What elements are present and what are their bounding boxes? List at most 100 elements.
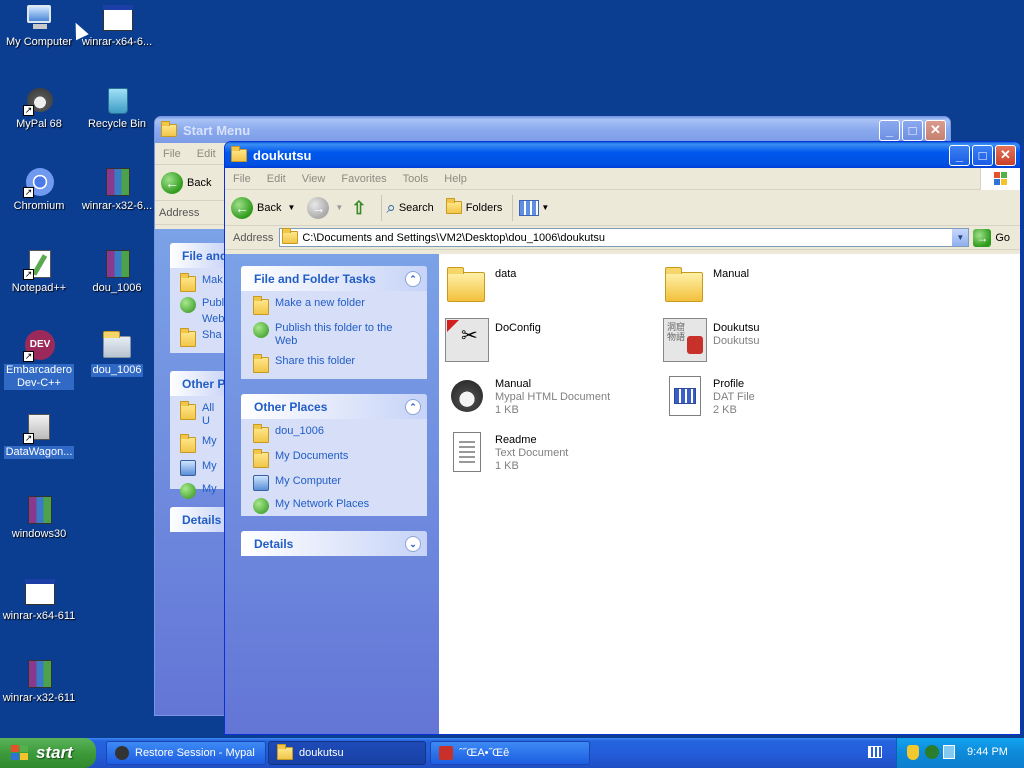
desktop-icon-winrar-x32-setup[interactable]: winrar-x32-6... (78, 166, 156, 213)
desktop-icon-dou-folder[interactable]: dou_1006 (78, 330, 156, 377)
back-arrow-icon[interactable]: ← (231, 196, 253, 219)
desktop-icon-dou-archive[interactable]: dou_1006 (78, 248, 156, 295)
setup-window-icon (101, 2, 133, 34)
task-link[interactable]: Publ (202, 297, 224, 310)
address-dropdown-icon[interactable]: ▼ (952, 229, 969, 246)
other-places-panel: Other Places ⌃ dou_1006 My Documents My … (241, 394, 427, 516)
views-dropdown-icon[interactable]: ▼ (541, 203, 549, 212)
file-item-manual-folder[interactable]: Manual (663, 264, 749, 308)
menu-bar: File Edit (155, 143, 227, 165)
shortcut-arrow-icon: ↗ (23, 351, 34, 362)
menu-file[interactable]: File (155, 148, 189, 160)
maximize-button[interactable]: □ (902, 119, 923, 141)
menu-file[interactable]: File (225, 173, 259, 185)
close-button[interactable]: ✕ (995, 144, 1016, 166)
publish-folder-link[interactable]: Publish this folder to the Web (253, 322, 417, 348)
datawagon-icon: ↗ (23, 412, 55, 444)
place-my-network-places[interactable]: My Network Places (253, 498, 417, 514)
panel-title[interactable]: File and Folder Tasks ⌃ (241, 266, 427, 291)
collapse-chevron-icon[interactable]: ⌃ (405, 399, 421, 415)
menu-edit[interactable]: Edit (189, 148, 224, 160)
menu-edit[interactable]: Edit (259, 173, 294, 185)
keyboard-icon[interactable] (868, 746, 882, 758)
clock[interactable]: 9:44 PM (967, 746, 1008, 758)
folders-button[interactable]: Folders (466, 202, 503, 214)
task-link[interactable]: Mak (202, 274, 223, 287)
chromium-icon: ↗ (23, 166, 55, 198)
views-icon[interactable] (519, 199, 540, 216)
desktop-icon-my-computer[interactable]: My Computer (0, 2, 78, 49)
panel-title[interactable]: Details ⌄ (241, 531, 427, 556)
up-folder-icon[interactable]: ⇧ (351, 198, 371, 218)
place-link[interactable]: All U (202, 402, 220, 428)
place-link[interactable]: My (202, 435, 217, 448)
security-shield-icon[interactable] (907, 745, 919, 760)
file-item-readme[interactable]: Readme Text Document 1 KB (445, 430, 568, 474)
search-button[interactable]: Search (399, 202, 434, 214)
go-arrow-icon[interactable]: → (973, 228, 992, 247)
file-item-manual-html[interactable]: Manual Mypal HTML Document 1 KB (445, 374, 610, 418)
menu-tools[interactable]: Tools (395, 173, 437, 185)
menu-favorites[interactable]: Favorites (333, 173, 394, 185)
file-item-doukutsu[interactable]: 洞窟 物語 Doukutsu Doukutsu (663, 318, 759, 362)
close-button[interactable]: ✕ (925, 119, 946, 141)
desktop-icon-windows30[interactable]: windows30 (0, 494, 78, 541)
collapse-chevron-icon[interactable]: ⌃ (405, 271, 421, 287)
desktop-icon-winrar-x64-611[interactable]: winrar-x64-611 (0, 576, 78, 623)
forward-dropdown-icon[interactable]: ▼ (335, 203, 343, 212)
address-input[interactable]: C:\Documents and Settings\VM2\Desktop\do… (279, 228, 970, 247)
back-arrow-icon[interactable]: ← (161, 171, 183, 194)
menu-bar: File Edit View Favorites Tools Help (225, 168, 1020, 190)
search-icon[interactable]: ⌕ (386, 198, 396, 218)
panel-title[interactable]: Details (170, 507, 230, 532)
place-link[interactable]: My (202, 460, 217, 473)
forward-arrow-icon[interactable]: → (307, 196, 330, 219)
start-button[interactable]: start (0, 738, 96, 768)
desktop-icon-mypal[interactable]: ↗ MyPal 68 (0, 84, 78, 131)
file-item-doconfig[interactable]: ✂ DoConfig (445, 318, 541, 362)
volume-icon[interactable] (943, 745, 955, 759)
desktop-icon-dev-cpp[interactable]: DEV ↗ Embarcadero Dev-C++ (0, 330, 78, 390)
folder-icon (253, 424, 269, 443)
maximize-button[interactable]: □ (972, 144, 993, 166)
network-icon[interactable] (925, 745, 939, 759)
winrar-archive-icon (23, 494, 55, 526)
minimize-button[interactable]: _ (879, 119, 900, 141)
taskbar-item-doukutsu[interactable]: doukutsu (268, 741, 426, 765)
back-button[interactable]: Back (187, 177, 211, 189)
file-item-data[interactable]: data (445, 264, 516, 308)
explorer-window[interactable]: doukutsu _ □ ✕ File Edit View Favorites … (224, 141, 1021, 735)
window-title: doukutsu (253, 147, 312, 163)
make-new-folder-link[interactable]: Make a new folder (253, 296, 417, 315)
back-dropdown-icon[interactable]: ▼ (287, 203, 295, 212)
menu-help[interactable]: Help (436, 173, 475, 185)
address-label: Address (233, 231, 274, 244)
explorer-titlebar[interactable]: doukutsu _ □ ✕ (225, 142, 1020, 168)
desktop-icon-datawagon[interactable]: ↗ DataWagon... (0, 412, 78, 459)
place-link[interactable]: My (202, 483, 217, 496)
taskbar-item-cave-story[interactable]: ˆ˝ŒA•˝Œê (430, 741, 590, 765)
expand-chevron-icon[interactable]: ⌄ (405, 536, 421, 552)
start-menu-titlebar[interactable]: Start Menu _ □ ✕ (155, 117, 950, 143)
task-link[interactable]: Sha (202, 329, 222, 342)
file-item-profile[interactable]: Profile DAT File 2 KB (663, 374, 755, 418)
desktop-icon-winrar-x32-611[interactable]: winrar-x32-611 (0, 658, 78, 705)
back-button[interactable]: Back (257, 202, 281, 214)
desktop-icon-notepad-plus-plus[interactable]: ↗ Notepad++ (0, 248, 78, 295)
go-button[interactable]: Go (995, 232, 1010, 244)
desktop-icon-winrar-x64-setup[interactable]: winrar-x64-6... (78, 2, 156, 49)
share-folder-link[interactable]: Share this folder (253, 354, 417, 373)
place-my-documents[interactable]: My Documents (253, 449, 417, 468)
minimize-button[interactable]: _ (949, 144, 970, 166)
menu-view[interactable]: View (294, 173, 334, 185)
panel-title[interactable]: File and (170, 243, 230, 268)
place-dou-1006[interactable]: dou_1006 (253, 424, 417, 443)
desktop-icon-recycle-bin[interactable]: Recycle Bin (78, 84, 156, 131)
taskbar-item-mypal[interactable]: Restore Session - Mypal (106, 741, 266, 765)
task-link[interactable]: Web (202, 313, 224, 326)
panel-title[interactable]: Other P (170, 371, 230, 396)
address-bar: Address (155, 201, 227, 225)
panel-title[interactable]: Other Places ⌃ (241, 394, 427, 419)
place-my-computer[interactable]: My Computer (253, 475, 417, 491)
desktop-icon-chromium[interactable]: ↗ Chromium (0, 166, 78, 213)
